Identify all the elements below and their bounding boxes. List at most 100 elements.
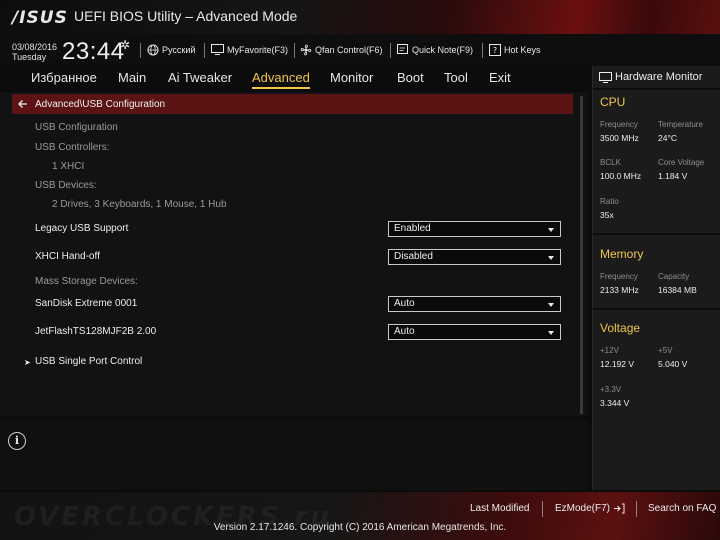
memory-frequency-label: Frequency — [600, 272, 638, 281]
hotkeys-button[interactable]: ? Hot Keys — [489, 44, 541, 56]
hardware-monitor-title: Hardware Monitor — [599, 71, 702, 83]
cpu-frequency-value: 3500 MHz — [600, 133, 639, 143]
help-area: i — [0, 420, 588, 490]
divider — [294, 43, 295, 58]
menu-advanced[interactable]: Advanced — [252, 70, 310, 89]
settings-panel: Advanced\USB Configuration USB Configura… — [0, 92, 588, 416]
divider — [390, 43, 391, 58]
xhci-handoff-label: XHCI Hand-off — [35, 251, 100, 262]
jetflash-select[interactable]: Auto — [388, 324, 561, 340]
menu-favorites[interactable]: Избранное — [31, 70, 97, 85]
memory-capacity-value: 16384 MB — [658, 285, 697, 295]
divider — [140, 43, 141, 58]
back-arrow-icon[interactable] — [17, 98, 29, 110]
sandisk-label: SanDisk Extreme 0001 — [35, 298, 138, 309]
last-modified-label: Last Modified — [470, 503, 530, 514]
chevron-down-icon — [548, 256, 554, 260]
usb-single-port-control[interactable]: USB Single Port Control — [35, 356, 142, 367]
asus-logo: /ISUS — [12, 8, 68, 28]
divider — [593, 88, 720, 90]
date-text: 03/08/2016 — [12, 42, 58, 52]
cpu-temperature-label: Temperature — [658, 120, 703, 129]
memory-capacity-label: Capacity — [658, 272, 690, 281]
menu-ai-tweaker[interactable]: Ai Tweaker — [168, 70, 232, 85]
divider — [204, 43, 205, 58]
mass-storage-label: Mass Storage Devices: — [35, 276, 138, 287]
exit-arrow-icon — [614, 503, 625, 514]
last-modified-button[interactable]: Last Modified — [470, 503, 529, 514]
v5-label: +5V — [658, 346, 673, 355]
xhci-handoff-value: Disabled — [394, 251, 433, 262]
language-button[interactable]: Русский — [147, 44, 195, 56]
qfan-label: Qfan Control(F6) — [315, 45, 383, 55]
breadcrumb-path: Advanced\USB Configuration — [35, 98, 166, 110]
menu-main[interactable]: Main — [118, 70, 146, 85]
language-label: Русский — [162, 45, 196, 55]
ratio-label: Ratio — [600, 197, 619, 206]
info-icon: i — [8, 432, 26, 450]
cpu-heading: CPU — [600, 95, 626, 109]
hardware-monitor-label: Hardware Monitor — [615, 71, 703, 83]
info-bar: 03/08/2016 Tuesday 23:44 ✲ Русский MyFav… — [0, 34, 720, 66]
breadcrumb: Advanced\USB Configuration — [12, 94, 573, 114]
title-bar: /ISUS UEFI BIOS Utility – Advanced Mode — [0, 0, 720, 34]
qfan-button[interactable]: Qfan Control(F6) — [300, 44, 383, 56]
bclk-value: 100.0 MHz — [600, 171, 642, 181]
chevron-down-icon — [548, 303, 554, 307]
clock: 23:44 — [62, 38, 125, 65]
myfavorite-button[interactable]: MyFavorite(F3) — [211, 44, 288, 55]
main-menu: Избранное Main Ai Tweaker Advanced Monit… — [0, 66, 592, 90]
v33-label: +3.3V — [600, 385, 622, 394]
quicknote-button[interactable]: Quick Note(F9) — [397, 44, 473, 55]
legacy-usb-label: Legacy USB Support — [35, 223, 129, 234]
usb-controllers-value: 1 XHCI — [52, 161, 85, 172]
version-text: Version 2.17.1246. Copyright (C) 2016 Am… — [213, 522, 507, 533]
ezmode-button[interactable]: EzMode(F7) — [555, 503, 625, 514]
usb-controllers-label: USB Controllers: — [35, 142, 110, 153]
search-faq-button[interactable]: Search on FAQ — [648, 503, 716, 514]
divider — [482, 43, 483, 58]
usb-devices-label: USB Devices: — [35, 180, 97, 191]
cpu-frequency-label: Frequency — [600, 120, 638, 129]
menu-monitor[interactable]: Monitor — [330, 70, 373, 85]
divider — [542, 501, 543, 517]
monitor-icon — [211, 44, 224, 55]
usb-devices-value: 2 Drives, 3 Keyboards, 1 Mouse, 1 Hub — [52, 199, 227, 210]
quicknote-label: Quick Note(F9) — [412, 44, 474, 55]
menu-exit[interactable]: Exit — [489, 70, 511, 85]
myfavorite-label: MyFavorite(F3) — [227, 44, 289, 55]
memory-heading: Memory — [600, 247, 644, 261]
day-text: Tuesday — [12, 52, 47, 62]
v12-label: +12V — [600, 346, 619, 355]
bclk-label: BCLK — [600, 158, 621, 167]
divider — [636, 501, 637, 517]
menu-tool[interactable]: Tool — [444, 70, 468, 85]
core-voltage-value: 1.184 V — [658, 171, 688, 181]
divider — [593, 308, 720, 310]
fan-icon — [300, 44, 312, 56]
submenu-arrow-icon: ➤ — [24, 358, 31, 367]
sandisk-value: Auto — [394, 298, 415, 309]
legacy-usb-select[interactable]: Enabled — [388, 221, 561, 237]
voltage-heading: Voltage — [600, 321, 641, 335]
sandisk-select[interactable]: Auto — [388, 296, 561, 312]
v33-value: 3.344 V — [600, 398, 630, 408]
question-icon: ? — [489, 44, 501, 56]
cpu-temperature-value: 24°C — [658, 133, 677, 143]
globe-icon — [147, 44, 159, 56]
v12-value: 12.192 V — [600, 359, 635, 369]
svg-text:?: ? — [493, 46, 497, 55]
legacy-usb-value: Enabled — [394, 223, 431, 234]
xhci-handoff-select[interactable]: Disabled — [388, 249, 561, 265]
jetflash-label: JetFlashTS128MJF2B 2.00 — [35, 326, 157, 337]
footer: OVERCLOCKERS.ru Last Modified EzMode(F7)… — [0, 492, 720, 540]
chevron-down-icon — [548, 228, 554, 232]
hotkeys-label: Hot Keys — [504, 45, 541, 55]
core-voltage-label: Core Voltage — [658, 158, 705, 167]
menu-boot[interactable]: Boot — [397, 70, 424, 85]
gear-icon[interactable]: ✲ — [120, 38, 130, 52]
scrollbar[interactable] — [580, 96, 583, 414]
hardware-monitor-panel: Hardware Monitor CPU Frequency 3500 MHz … — [592, 66, 720, 490]
app-title: UEFI BIOS Utility – Advanced Mode — [74, 8, 298, 24]
monitor-icon — [599, 71, 612, 83]
